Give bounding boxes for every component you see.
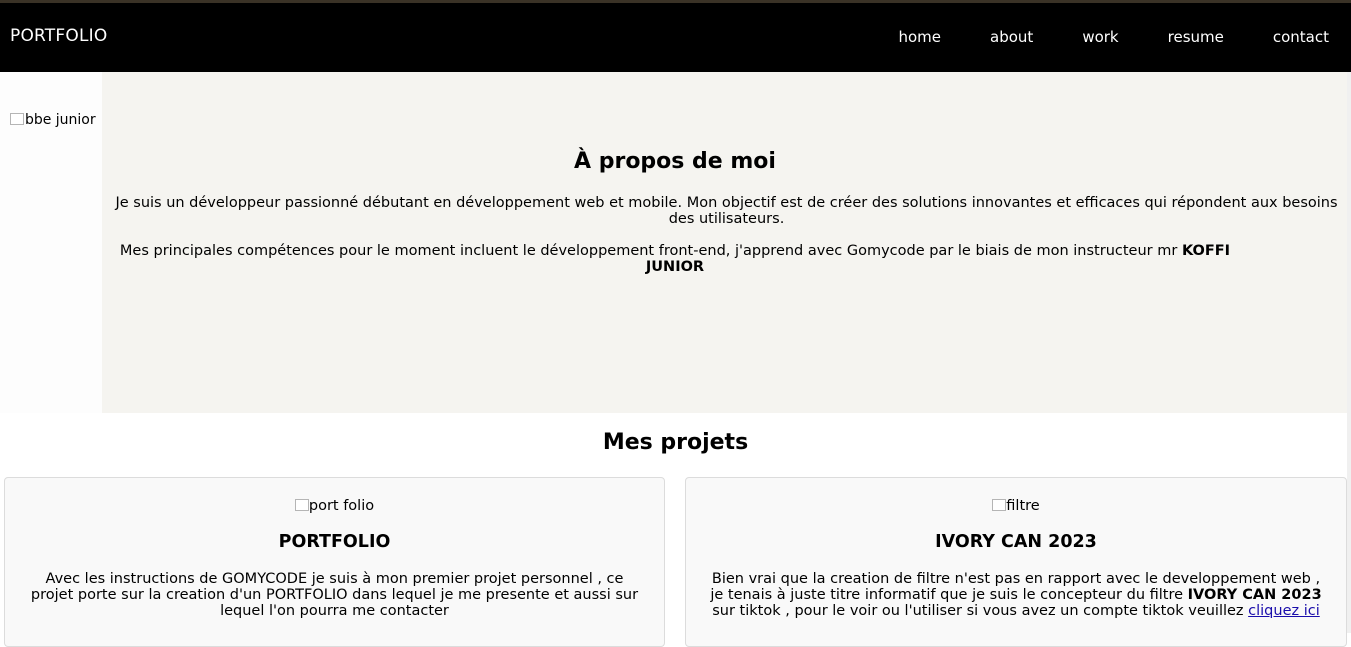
about-paragraph-1: Je suis un développeur passionné débutan…: [115, 195, 1338, 227]
about-content: À propos de moi Je suis un développeur p…: [102, 72, 1351, 413]
about-paragraph-2: Mes principales compétences pour le mome…: [102, 243, 1248, 275]
profile-photo-alt-text: abbe junior: [16, 112, 96, 128]
project-description-text-2: sur tiktok , pour le voir ou l'utiliser …: [712, 603, 1249, 619]
project-image-alt: port folio: [308, 498, 375, 514]
profile-photo-column: abbe junior: [0, 72, 102, 413]
project-image-portfolio: port folio: [5, 498, 664, 514]
broken-image-icon: [10, 113, 24, 125]
project-description: Avec les instructions de GOMYCODE je sui…: [30, 571, 639, 619]
nav-link-work[interactable]: work: [1082, 28, 1118, 46]
broken-image-icon: [294, 499, 309, 511]
project-card-ivory-can: filtre IVORY CAN 2023 Bien vrai que la c…: [685, 477, 1347, 647]
main-nav: home about work resume contact: [850, 28, 1330, 46]
site-header: PORTFOLIO home about work resume contact: [0, 3, 1351, 72]
tiktok-link[interactable]: cliquez ici: [1248, 603, 1320, 619]
broken-image-icon: [992, 499, 1007, 511]
project-description: Bien vrai que la creation de filtre n'es…: [706, 571, 1326, 619]
project-image-filtre: filtre: [686, 498, 1346, 514]
nav-link-home[interactable]: home: [899, 28, 942, 46]
nav-link-contact[interactable]: contact: [1273, 28, 1329, 46]
project-title: IVORY CAN 2023: [935, 532, 1097, 552]
projects-title: Mes projets: [602, 430, 749, 455]
right-edge-strip: [1347, 72, 1351, 633]
nav-link-about[interactable]: about: [990, 28, 1033, 46]
about-paragraph-2-text: Mes principales compétences pour le mome…: [119, 243, 1182, 259]
about-section: abbe junior À propos de moi Je suis un d…: [0, 72, 1351, 413]
about-title: À propos de moi: [574, 149, 776, 174]
filter-name: IVORY CAN 2023: [1187, 587, 1322, 603]
project-card-portfolio: port folio PORTFOLIO Avec les instructio…: [4, 477, 665, 647]
site-brand[interactable]: PORTFOLIO: [10, 26, 107, 46]
nav-link-resume[interactable]: resume: [1168, 28, 1224, 46]
profile-photo: abbe junior: [10, 112, 102, 128]
project-title: PORTFOLIO: [278, 532, 391, 552]
project-image-alt: filtre: [1006, 498, 1040, 514]
